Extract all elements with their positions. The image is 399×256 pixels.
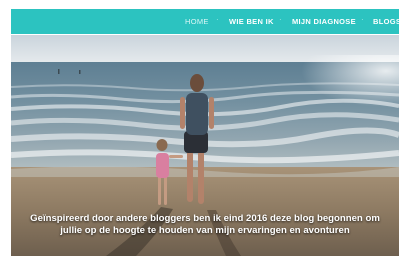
nav-separator: · <box>216 15 219 24</box>
nav-item-home[interactable]: HOME <box>185 17 209 26</box>
nav-separator: · <box>361 15 364 24</box>
hero-caption-line-2: jullie op de hoogte te houden van mijn e… <box>60 225 350 236</box>
nav-separator: · <box>279 15 282 24</box>
hero-caption-line-1: Geïnspireerd door andere bloggers ben ik… <box>30 213 380 224</box>
page: HOME · WIE BEN IK · MIJN DIAGNOSE · BLOG… <box>0 0 399 256</box>
hero-caption: Geïnspireerd door andere bloggers ben ik… <box>11 213 399 237</box>
nav-item-wie-ben-ik[interactable]: WIE BEN IK <box>229 17 274 26</box>
nav-item-blogs[interactable]: BLOGS <box>373 17 399 26</box>
top-navigation-bar: HOME · WIE BEN IK · MIJN DIAGNOSE · BLOG… <box>11 9 399 34</box>
nav-item-mijn-diagnose[interactable]: MIJN DIAGNOSE <box>292 17 356 26</box>
hero-banner: Geïnspireerd door andere bloggers ben ik… <box>11 35 399 256</box>
